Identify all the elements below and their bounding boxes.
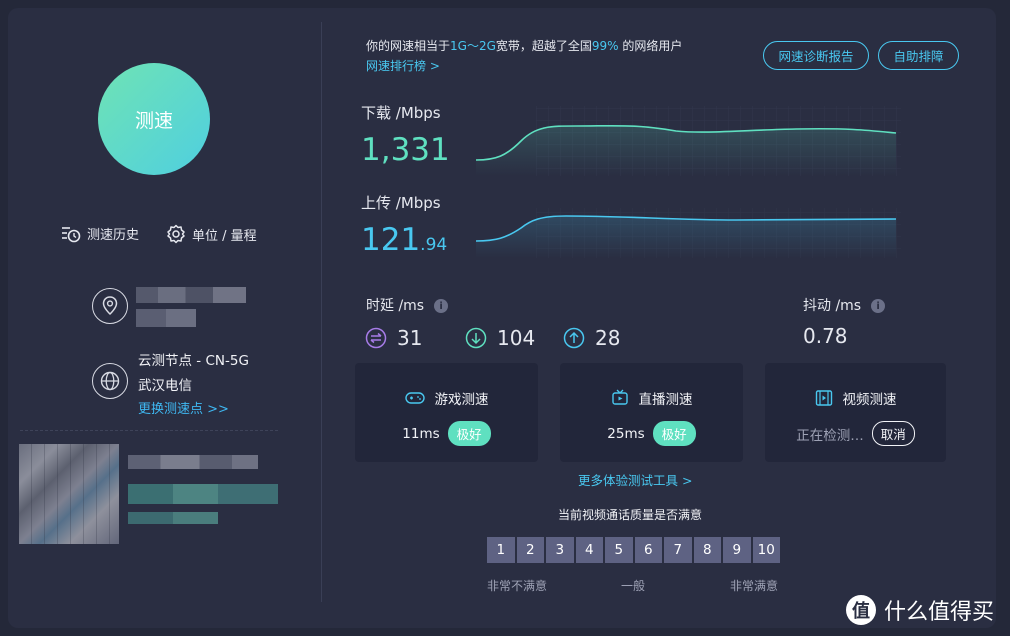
latency-label: 时延 /ms i [366,295,449,315]
change-node-link[interactable]: 更换测速点 >> [138,398,229,417]
globe-icon [92,363,128,399]
unit-label: 单位 / 量程 [192,228,257,244]
rating-scale: 1 2 3 4 5 6 7 8 9 10 [487,537,780,563]
upload-value: 121.94 [361,222,448,258]
location-text-redacted [136,287,246,303]
download-arrow-icon [465,327,487,349]
rating-7[interactable]: 7 [664,537,692,563]
jitter-label: 抖动 /ms i [803,295,886,315]
tv-icon [611,389,628,405]
live-status-badge: 极好 [652,421,696,446]
download-label: 下载 /Mbps [361,104,441,122]
self-troubleshoot-button[interactable]: 自助排障 [878,41,959,70]
rating-low-label: 非常不满意 [487,579,548,593]
idle-latency-icon [365,327,387,349]
username-redacted [128,455,258,469]
game-test-card[interactable]: 游戏测速 11ms 极好 [355,363,538,462]
unit-settings-button[interactable]: 单位 / 量程 [166,224,257,244]
speed-ranking-link[interactable]: 网速排行榜 > [366,57,440,74]
start-speedtest-button[interactable]: 测速 [98,63,210,175]
film-icon [815,390,832,406]
live-test-card[interactable]: 直播测速 25ms 极好 [560,363,743,462]
rating-4[interactable]: 4 [575,537,603,563]
cancel-video-test-button[interactable]: 取消 [871,421,915,446]
rating-3[interactable]: 3 [546,537,574,563]
rating-6[interactable]: 6 [634,537,662,563]
avatar-redacted [19,444,119,544]
upload-arrow-icon [563,327,585,349]
gamepad-icon [404,392,425,404]
account-info-redacted [128,484,278,504]
upload-label: 上传 /Mbps [361,194,441,212]
more-tools-link[interactable]: 更多体验测试工具 > [578,470,692,489]
download-graph [476,106,901,176]
latency-info-icon[interactable]: i [434,299,449,313]
latency-download: 104 [465,326,535,350]
rating-high-label: 非常满意 [730,579,779,593]
watermark-text: 什么值得买 [884,600,995,625]
location-text-redacted-2 [136,309,196,327]
latency-idle: 31 [365,326,422,350]
node-name: 云测节点 - CN-5G [138,353,249,369]
jitter-value: 0.78 [803,324,848,348]
history-button[interactable]: 测速历史 [61,224,139,243]
jitter-info-icon[interactable]: i [871,299,886,313]
gear-icon [167,224,185,244]
location-icon [92,288,128,324]
rating-5[interactable]: 5 [605,537,633,563]
speedtest-window: 测速 测速历史 单位 / 量程 云测节点 - CN-5G 武汉电信 更换测速点 … [8,8,996,628]
rating-2[interactable]: 2 [516,537,544,563]
speed-summary: 你的网速相当于1G～2G宽带，超越了全国99% 的网络用户 [366,39,683,53]
history-label: 测速历史 [87,228,140,243]
rating-9[interactable]: 9 [723,537,751,563]
upload-graph [476,208,901,258]
watermark-logo: 值 [846,595,876,625]
rating-mid-label: 一般 [621,579,646,593]
rating-8[interactable]: 8 [693,537,721,563]
diagnose-report-button[interactable]: 网速诊断报告 [763,41,869,70]
left-divider [20,430,278,431]
rating-10[interactable]: 10 [752,537,780,563]
watermark: 值 什么值得买 [846,594,994,626]
account-info-redacted-2 [128,512,218,524]
video-test-card[interactable]: 视频测速 正在检测… 取消 [765,363,946,462]
game-status-badge: 极好 [447,421,491,446]
panel-divider [321,22,322,602]
node-isp: 武汉电信 [138,378,192,394]
latency-upload: 28 [563,326,620,350]
quality-question: 当前视频通话质量是否满意 [558,508,703,522]
rating-1[interactable]: 1 [487,537,515,563]
download-value: 1,331 [361,132,450,168]
history-icon [62,226,81,242]
